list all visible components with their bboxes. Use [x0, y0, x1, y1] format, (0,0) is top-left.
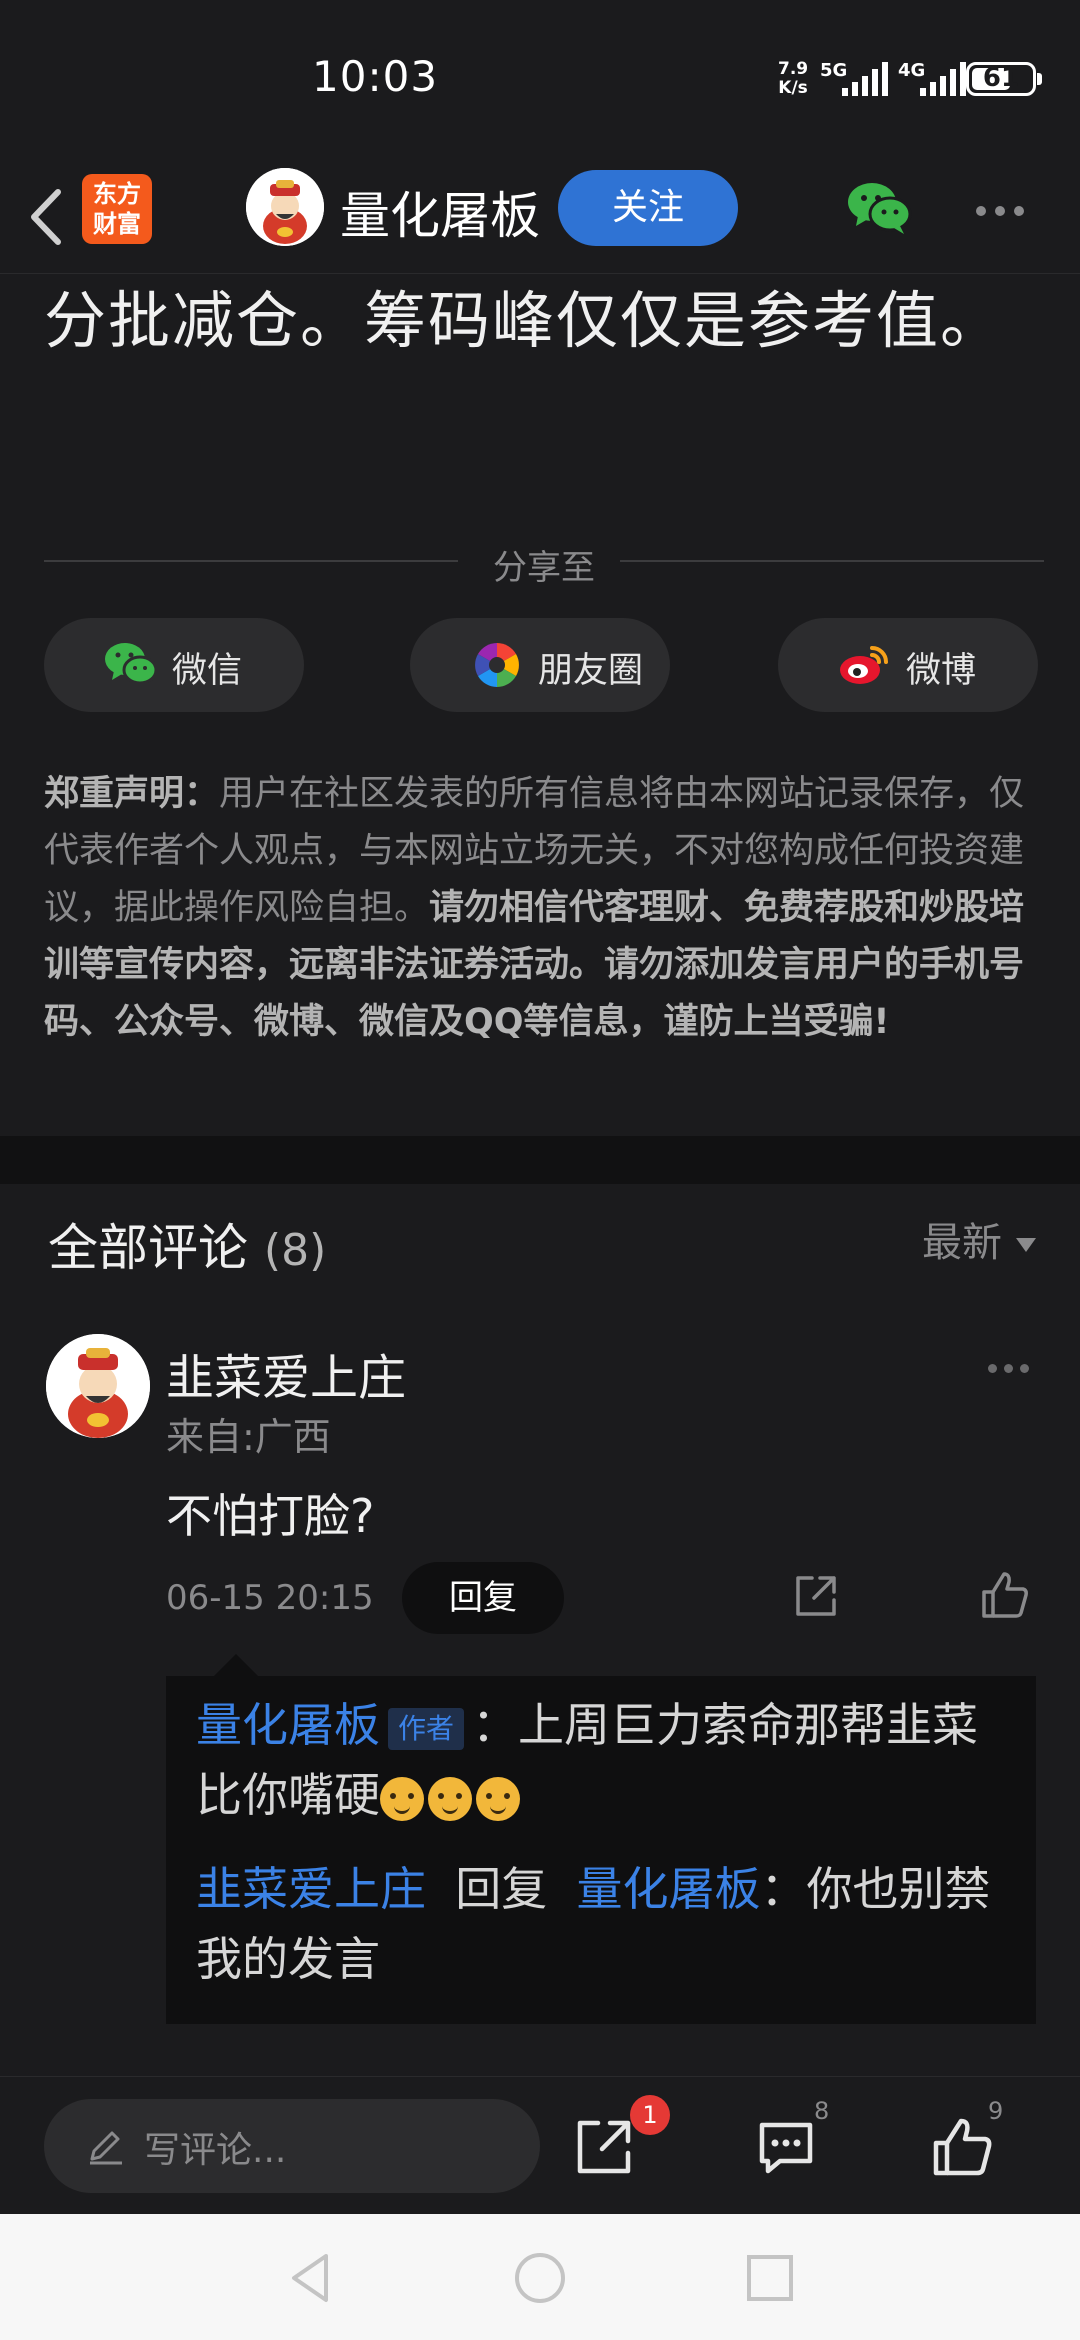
share-moments-button[interactable]: 朋友圈	[410, 618, 670, 712]
battery-level: 61	[982, 63, 1020, 93]
article-last-line: 分批减仓。筹码峰仅仅是参考值。	[44, 284, 1005, 357]
nav-recents-icon[interactable]	[740, 2248, 800, 2308]
wechat-share-icon[interactable]	[846, 180, 912, 236]
caishen-avatar-icon	[46, 1334, 150, 1438]
moments-icon	[475, 643, 519, 687]
share-wechat-button[interactable]: 微信	[44, 618, 304, 712]
nav-back-icon[interactable]	[280, 2248, 340, 2308]
reply-author-name[interactable]: 量化屠板	[196, 1698, 380, 1752]
network-speed-unit: K/s	[778, 78, 808, 98]
share-weibo-button[interactable]: 微博	[778, 618, 1038, 712]
share-weibo-label: 微博	[906, 651, 977, 691]
comment-share-icon[interactable]	[792, 1572, 840, 1620]
share-divider: 分享至	[44, 540, 1044, 588]
disclaimer-title: 郑重声明：	[44, 774, 220, 814]
network-speed: 7.9 K/s	[778, 60, 808, 98]
bottom-action-bar: 写评论... 1 8 9	[0, 2076, 1080, 2214]
share-wechat-label: 微信	[172, 651, 243, 691]
comments-title: 全部评论 (8)	[48, 1208, 326, 1280]
cat-emoji-icon	[428, 1776, 472, 1821]
share-badge: 1	[630, 2095, 670, 2135]
cat-emoji-icon	[380, 1776, 424, 1821]
comments-count: (8)	[263, 1225, 327, 1276]
share-moments-label: 朋友圈	[538, 651, 644, 691]
commenter-name[interactable]: 韭菜爱上庄	[166, 1338, 406, 1408]
reply-separator: ：	[760, 1862, 807, 1916]
top-header: 东方财富 量化屠板 关注	[0, 160, 1080, 274]
weibo-icon	[840, 646, 888, 684]
status-time: 10:03	[312, 52, 439, 101]
comment-time: 06-15 20:15	[166, 1578, 374, 1618]
back-arrow-icon[interactable]	[24, 182, 74, 252]
sort-dropdown[interactable]: 最新	[922, 1210, 1036, 1268]
comment-like-icon[interactable]	[980, 1570, 1030, 1620]
more-options-icon[interactable]	[976, 206, 1024, 216]
comment-count: 8	[814, 2097, 830, 2125]
cat-emoji-icon	[476, 1776, 520, 1821]
author-tag-badge: 作者	[388, 1707, 465, 1750]
comment-icon[interactable]	[754, 2115, 818, 2179]
caishen-avatar-icon	[246, 168, 324, 246]
author-avatar[interactable]	[246, 168, 324, 246]
reply-item: 量化屠板 作者 ：上周巨力索命那帮韭菜比你嘴硬	[196, 1690, 1016, 1830]
status-bar: 10:03 7.9 K/s 5G 4G 61	[0, 0, 1080, 160]
reply-separator: ：	[472, 1698, 519, 1752]
battery-icon: 61	[966, 62, 1042, 96]
reply-to-name[interactable]: 量化屠板	[577, 1862, 761, 1916]
comment-input[interactable]: 写评论...	[44, 2099, 540, 2193]
network-speed-value: 7.9	[778, 59, 809, 79]
reply-verb: 回复	[455, 1862, 548, 1916]
commenter-location: 来自:广西	[166, 1415, 331, 1459]
like-count: 9	[988, 2097, 1004, 2125]
author-name[interactable]: 量化屠板	[340, 176, 540, 248]
share-icon[interactable]	[572, 2115, 636, 2179]
wechat-icon	[105, 643, 158, 685]
app-logo-text: 东方财富	[93, 180, 141, 238]
share-label: 分享至	[493, 548, 595, 588]
reply-item: 韭菜爱上庄 回复 量化屠板：你也别禁我的发言	[196, 1854, 1016, 1994]
reply-from-name[interactable]: 韭菜爱上庄	[196, 1862, 426, 1916]
nav-home-icon[interactable]	[510, 2248, 570, 2308]
caret-down-icon	[1016, 1238, 1036, 1252]
system-nav-bar	[0, 2214, 1080, 2340]
disclaimer: 郑重声明：用户在社区发表的所有信息将由本网站记录保存，仅代表作者个人观点，与本网…	[44, 766, 1044, 1051]
comment-input-placeholder: 写评论...	[144, 2130, 287, 2171]
sort-label: 最新	[922, 1220, 1002, 1266]
comments-title-text: 全部评论	[48, 1219, 248, 1277]
comment-more-icon[interactable]	[988, 1364, 1029, 1373]
app-logo[interactable]: 东方财富	[82, 174, 152, 244]
like-icon[interactable]	[930, 2115, 994, 2179]
section-separator	[0, 1136, 1080, 1184]
pencil-icon	[90, 2131, 122, 2165]
comment-text: 不怕打脸?	[166, 1489, 375, 1543]
commenter-avatar[interactable]	[46, 1334, 150, 1438]
reply-thread: 量化屠板 作者 ：上周巨力索命那帮韭菜比你嘴硬 韭菜爱上庄 回复 量化屠板：你也别禁…	[166, 1654, 1036, 2024]
reply-button[interactable]: 回复	[402, 1562, 564, 1634]
follow-button[interactable]: 关注	[558, 170, 738, 246]
